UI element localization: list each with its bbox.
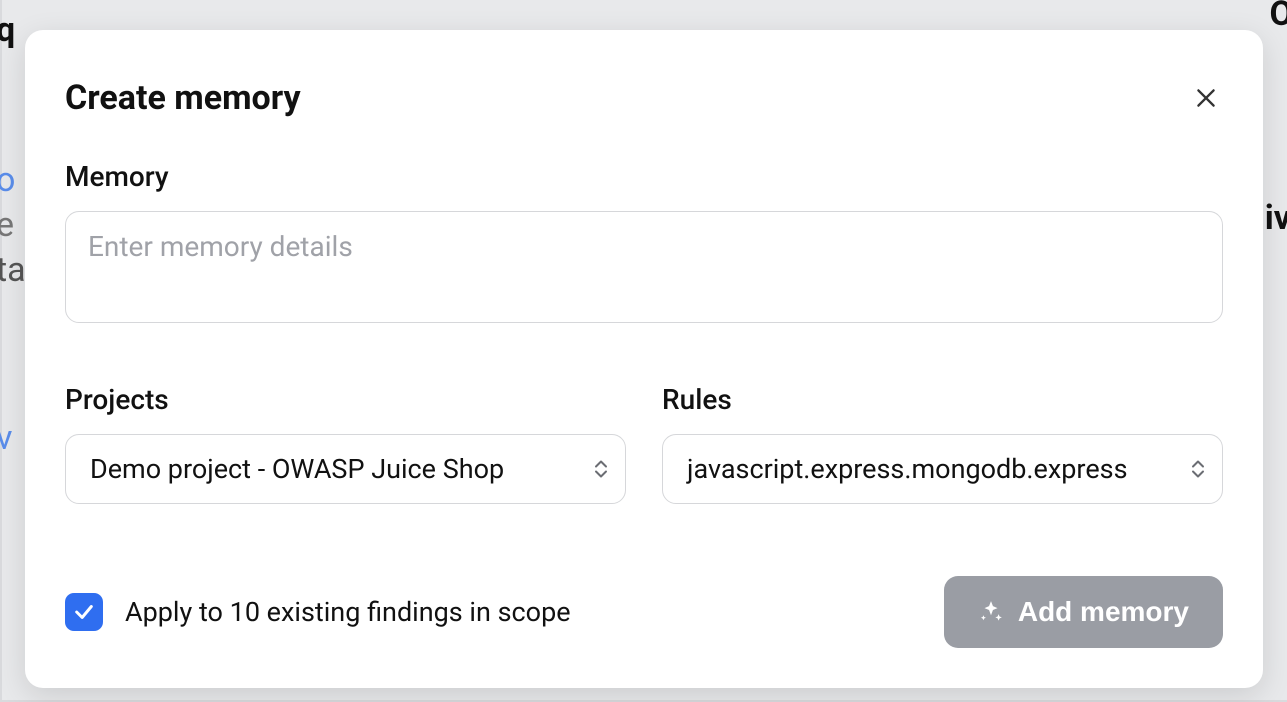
modal-footer: Apply to 10 existing findings in scope A… <box>65 576 1223 648</box>
apply-scope-row: Apply to 10 existing findings in scope <box>65 593 571 631</box>
select-row: Projects Demo project - OWASP Juice Shop… <box>65 383 1223 504</box>
check-icon <box>73 601 95 623</box>
rules-select[interactable]: javascript.express.mongodb.express <box>662 434 1223 504</box>
rules-label: Rules <box>662 383 1223 416</box>
modal-header: Create memory <box>65 78 1223 118</box>
create-memory-modal: Create memory Memory Projects Demo proje… <box>25 30 1263 688</box>
projects-field-group: Projects Demo project - OWASP Juice Shop <box>65 383 626 504</box>
add-memory-button-label: Add memory <box>1018 596 1189 628</box>
projects-label: Projects <box>65 383 626 416</box>
projects-select[interactable]: Demo project - OWASP Juice Shop <box>65 434 626 504</box>
memory-label: Memory <box>65 160 1223 193</box>
modal-title: Create memory <box>65 78 301 118</box>
close-icon <box>1193 85 1219 111</box>
rules-field-group: Rules javascript.express.mongodb.express <box>662 383 1223 504</box>
projects-selected-value: Demo project - OWASP Juice Shop <box>90 453 504 485</box>
apply-scope-checkbox[interactable] <box>65 593 103 631</box>
memory-field-group: Memory <box>65 160 1223 327</box>
add-memory-button[interactable]: Add memory <box>944 576 1223 648</box>
close-button[interactable] <box>1189 81 1223 115</box>
sparkles-icon <box>978 599 1004 625</box>
rules-selected-value: javascript.express.mongodb.express <box>687 453 1128 485</box>
apply-scope-label: Apply to 10 existing findings in scope <box>125 596 571 628</box>
memory-input[interactable] <box>65 211 1223 323</box>
